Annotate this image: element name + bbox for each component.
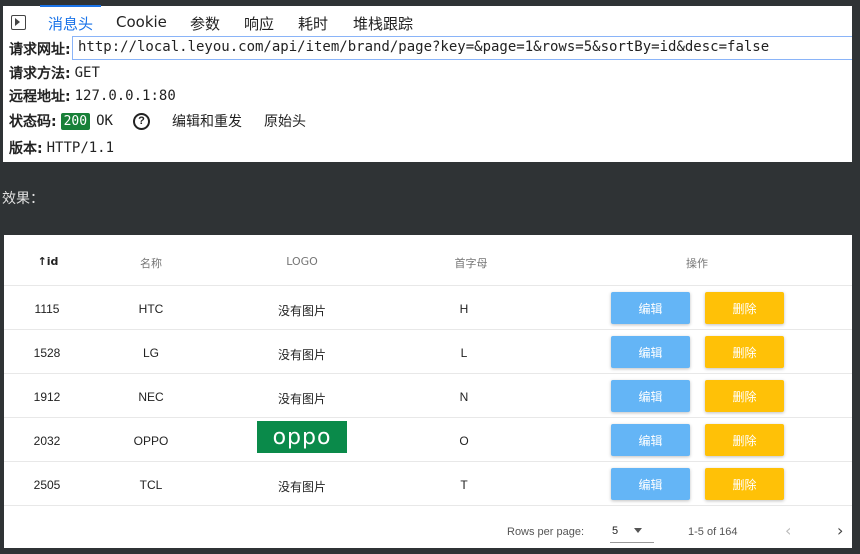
cell-name: LG <box>142 346 160 360</box>
help-icon[interactable]: ? <box>132 112 150 130</box>
column-header-name[interactable]: 名称 <box>140 255 162 271</box>
chevron-left-icon[interactable]: ‹ <box>785 521 791 540</box>
brand-logo-image: oppo <box>257 421 347 453</box>
version-value: HTTP/1.1 <box>46 140 115 156</box>
edit-resend-button[interactable]: 编辑和重发 <box>172 111 242 131</box>
request-url-value[interactable]: http://local.leyou.com/api/item/brand/pa… <box>78 39 769 55</box>
delete-button[interactable]: 删除 <box>705 380 784 412</box>
devtools-panel: 消息头 Cookie 参数 响应 耗时 堆栈跟踪 请求网址: http://lo… <box>3 5 852 162</box>
cell-id: 1528 <box>33 346 61 360</box>
status-row: 状态码: 200 OK ? 编辑和重发 原始头 <box>9 111 306 131</box>
cell-letter: L <box>460 346 468 360</box>
column-header-ops: 操作 <box>686 257 708 270</box>
rows-per-page-label: Rows per page: <box>507 526 585 538</box>
edit-button[interactable]: 编辑 <box>611 336 690 368</box>
method-label: 请求方法: <box>9 66 71 82</box>
header-divider <box>4 285 852 286</box>
delete-button[interactable]: 删除 <box>705 468 784 500</box>
cell-letter: H <box>459 302 469 316</box>
status-text: OK <box>96 113 113 129</box>
tab-stack-trace[interactable]: 堆栈跟踪 <box>353 13 413 34</box>
remote-row: 远程地址: 127.0.0.1:80 <box>9 86 176 106</box>
cell-name: HTC <box>138 302 164 316</box>
chevron-right-icon[interactable]: › <box>837 521 843 540</box>
delete-button[interactable]: 删除 <box>705 336 784 368</box>
status-label: 状态码: <box>9 114 57 130</box>
cell-name: OPPO <box>133 434 169 448</box>
tab-timings[interactable]: 耗时 <box>298 13 328 34</box>
cell-id: 1115 <box>34 302 60 316</box>
tab-response[interactable]: 响应 <box>244 13 274 34</box>
method-row: 请求方法: GET <box>9 63 100 83</box>
pagination-range: 1-5 of 164 <box>688 526 738 538</box>
column-header-id-label: id <box>46 255 59 268</box>
tab-params[interactable]: 参数 <box>190 13 220 34</box>
effect-label: 效果： <box>2 191 44 207</box>
column-header-logo[interactable]: LOGO <box>286 255 318 268</box>
cell-id: 2032 <box>33 434 61 448</box>
column-header-id[interactable]: ↑id <box>38 255 59 268</box>
delete-button[interactable]: 删除 <box>705 292 784 324</box>
cell-letter: T <box>460 478 468 492</box>
cell-name: NEC <box>138 390 164 404</box>
cell-letter: O <box>459 434 469 448</box>
row-divider <box>4 373 852 374</box>
delete-button[interactable]: 删除 <box>705 424 784 456</box>
edit-button[interactable]: 编辑 <box>611 468 690 500</box>
rows-per-page-underline <box>610 542 654 543</box>
column-header-letter[interactable]: 首字母 <box>455 255 488 271</box>
edit-button[interactable]: 编辑 <box>611 380 690 412</box>
cell-id: 1912 <box>33 390 61 404</box>
cell-logo: 没有图片 <box>277 304 327 318</box>
cell-id: 2505 <box>33 478 61 492</box>
version-row: 版本: HTTP/1.1 <box>9 138 114 158</box>
caret-down-icon[interactable] <box>634 528 642 533</box>
tab-headers[interactable]: 消息头 <box>39 5 102 34</box>
rows-per-page-select[interactable]: 5 <box>612 525 618 537</box>
request-url-row: 请求网址: <box>9 39 71 59</box>
row-divider <box>4 505 852 506</box>
row-divider <box>4 329 852 330</box>
remote-label: 远程地址: <box>9 89 71 105</box>
cell-logo: 没有图片 <box>277 480 327 494</box>
status-badge: 200 <box>60 112 91 130</box>
remote-value: 127.0.0.1:80 <box>74 88 176 104</box>
sort-up-icon: ↑ <box>37 255 47 268</box>
raw-headers-button[interactable]: 原始头 <box>264 111 306 131</box>
row-divider <box>4 417 852 418</box>
cell-logo: 没有图片 <box>277 348 327 362</box>
cell-letter: N <box>459 390 469 404</box>
method-value: GET <box>74 65 100 81</box>
brand-table: ↑id 名称 LOGO 首字母 操作 1115 HTC 没有图片 H 编辑 删除… <box>4 235 852 548</box>
edit-button[interactable]: 编辑 <box>611 424 690 456</box>
row-divider <box>4 461 852 462</box>
version-label: 版本: <box>9 141 43 157</box>
edit-button[interactable]: 编辑 <box>611 292 690 324</box>
request-url-label: 请求网址: <box>9 42 71 58</box>
dock-icon[interactable] <box>11 15 26 30</box>
cell-name: TCL <box>139 478 163 492</box>
tab-cookie[interactable]: Cookie <box>116 13 167 31</box>
cell-logo: 没有图片 <box>277 392 327 406</box>
devtools-tabs: 消息头 Cookie 参数 响应 耗时 堆栈跟踪 <box>3 5 852 36</box>
